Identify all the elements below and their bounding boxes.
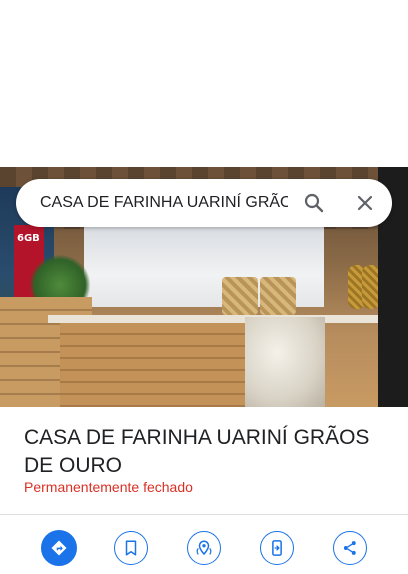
- map-blank-area: [0, 0, 408, 167]
- save-button[interactable]: [114, 531, 148, 565]
- photo-sign-text: 6GB: [17, 233, 40, 244]
- send-to-phone-button[interactable]: [260, 531, 294, 565]
- photo-basket: [260, 277, 296, 315]
- search-icon[interactable]: [302, 191, 326, 215]
- search-bar[interactable]: CASA DE FARINHA UARINÍ GRÃOS D: [16, 179, 392, 227]
- close-icon[interactable]: [353, 191, 377, 215]
- photo-basket: [222, 277, 258, 315]
- share-button[interactable]: [333, 531, 367, 565]
- share-icon: [343, 541, 356, 555]
- directions-button[interactable]: [41, 530, 77, 566]
- search-input[interactable]: CASA DE FARINHA UARINÍ GRÃOS D: [40, 179, 288, 227]
- photo-sacks: [245, 317, 325, 407]
- divider: [0, 514, 408, 515]
- nearby-icon: [196, 540, 212, 556]
- bookmark-icon: [125, 540, 137, 556]
- send-to-phone-icon: [272, 540, 282, 556]
- photo-counter: [48, 315, 408, 323]
- directions-icon: [51, 540, 67, 556]
- place-status: Permanentemente fechado: [24, 479, 193, 495]
- photo-wood-panel: [60, 323, 245, 407]
- place-title: CASA DE FARINHA UARINÍ GRÃOS DE OURO: [24, 426, 370, 477]
- nearby-button[interactable]: [187, 531, 221, 565]
